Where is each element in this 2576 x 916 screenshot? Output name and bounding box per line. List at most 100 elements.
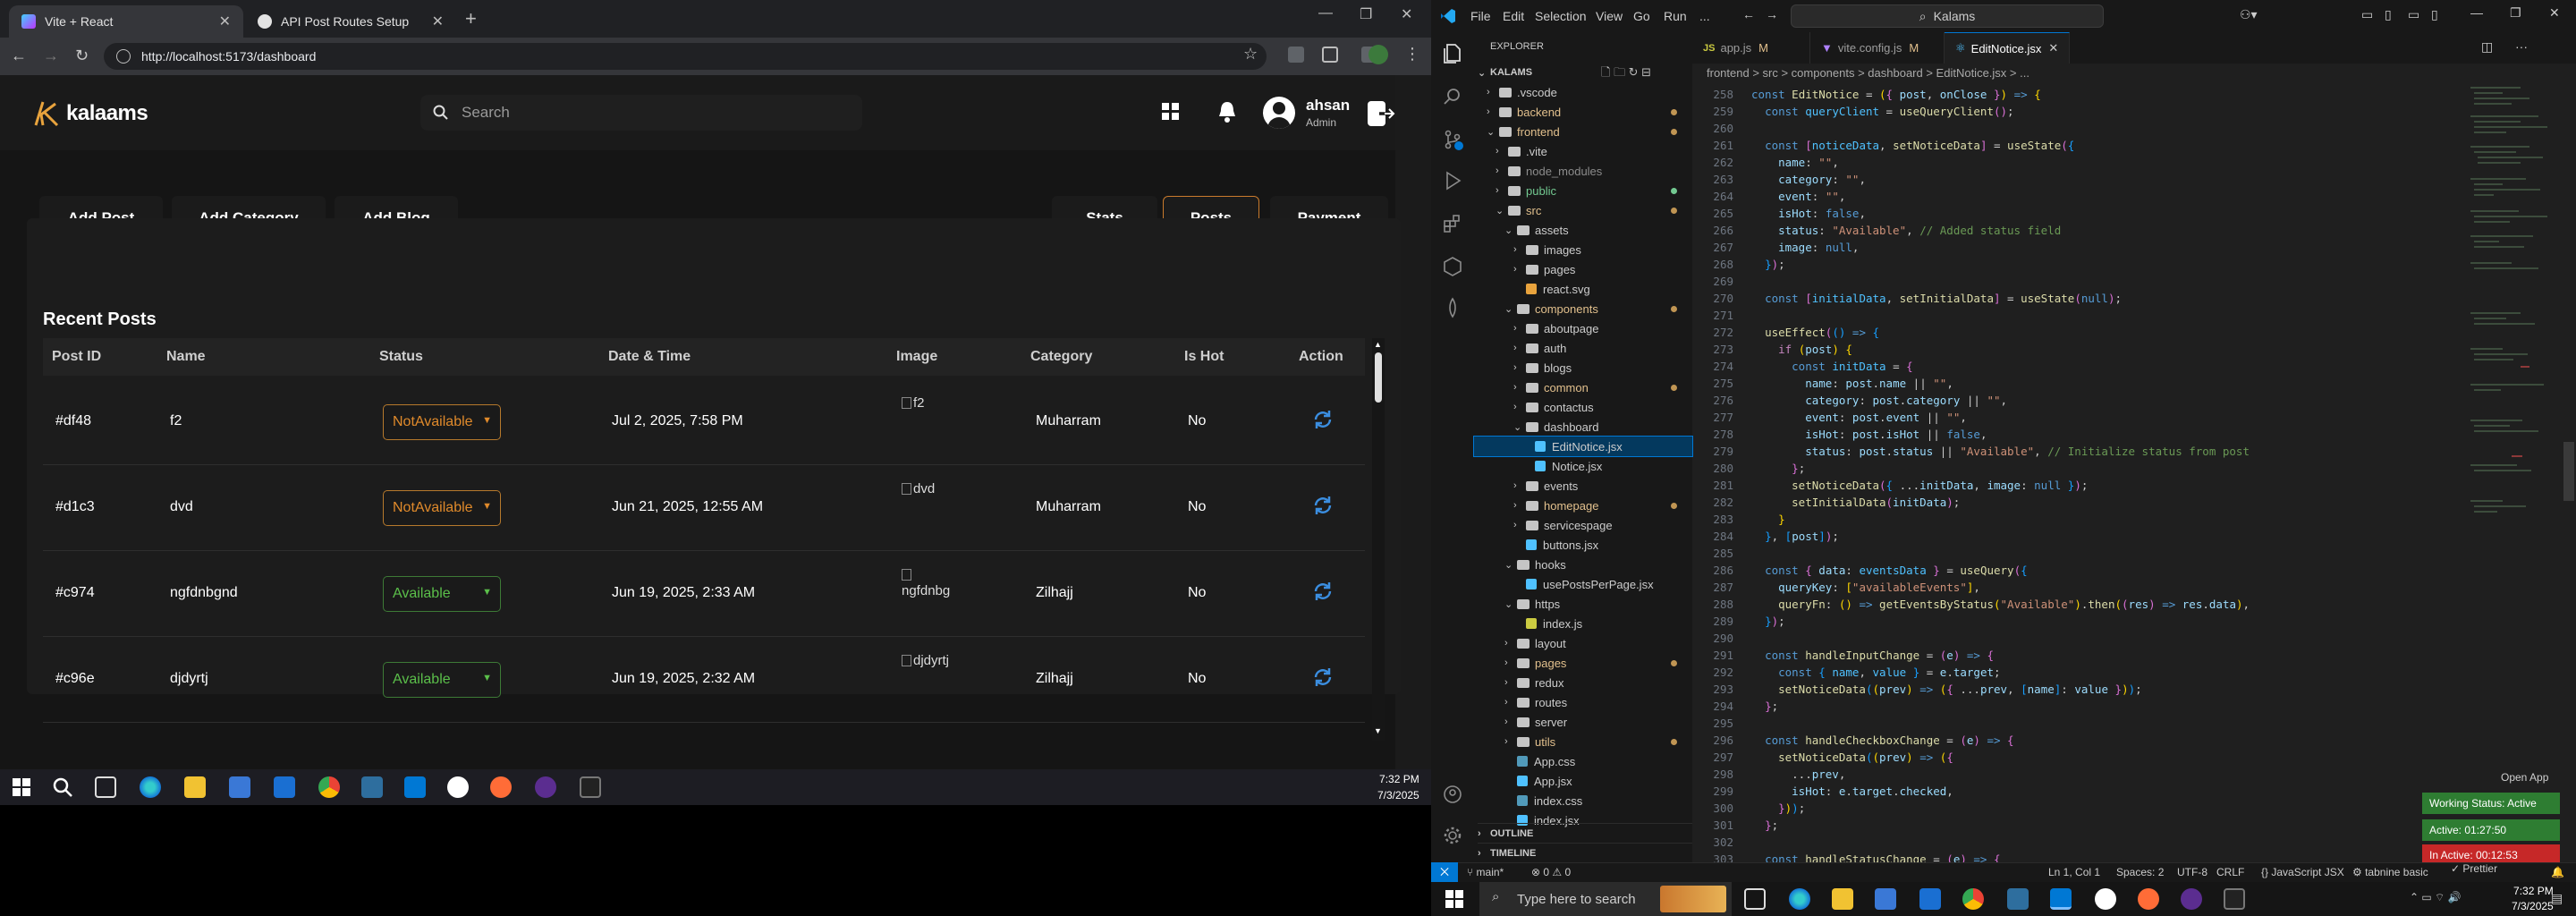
notification-center-icon[interactable]: ▤ [2551,891,2563,906]
vscode-close-icon[interactable]: ✕ [2549,5,2560,21]
code-line[interactable]: category: post.category || "", [1751,394,2007,407]
tab-edit-notice[interactable]: ⚛ EditNotice.jsx ✕ [1945,32,2070,64]
close-tab-icon[interactable]: ✕ [2048,41,2058,55]
tree-folder[interactable]: › blogs [1513,358,1572,377]
menu-view[interactable]: View [1596,9,1623,23]
code-line[interactable]: setInitialData(initData); [1751,496,1960,509]
code-line[interactable]: event: "", [1751,190,1845,203]
scroll-up-icon[interactable]: ▲ [1374,340,1382,349]
browser-menu-icon[interactable]: ⋮ [1404,45,1420,64]
chrome-icon[interactable] [318,776,340,798]
tree-file[interactable]: usePostsPerPage.jsx [1513,574,1654,594]
tree-folder[interactable]: ⌄ assets [1504,220,1569,240]
search-icon[interactable] [52,776,73,798]
windows-start-icon[interactable] [11,776,32,798]
tree-folder[interactable]: › events [1513,476,1578,496]
code-line[interactable]: event: post.event || "", [1751,411,1967,424]
settings-gear-icon[interactable] [1442,825,1463,846]
logo[interactable]: kalaams [32,98,148,129]
tree-folder[interactable]: › redux [1504,673,1564,692]
language-mode[interactable]: {} JavaScript JSX [2261,866,2344,878]
status-select[interactable]: NotAvailable ▼ [383,404,501,440]
code-line[interactable]: setNoticeData((prev) => ({ [1751,751,1953,764]
vscode-maximize-icon[interactable]: ❐ [2510,5,2521,21]
tree-file[interactable]: EditNotice.jsx [1473,436,1693,457]
code-line[interactable]: name: post.name || "", [1751,377,1953,390]
extensions-puzzle-icon[interactable] [1322,47,1338,63]
menu-file[interactable]: File [1470,9,1491,23]
split-editor-icon[interactable]: ◫ [2481,39,2493,55]
code-line[interactable]: setNoticeData({ ...initData, image: null… [1751,479,2088,492]
tree-folder[interactable]: › common [1513,377,1589,397]
code-line[interactable]: image: null, [1751,241,1859,254]
branch-indicator[interactable]: ⑂ main* [1467,866,1504,878]
avatar[interactable] [1263,97,1295,129]
chrome-icon[interactable] [1962,888,1984,910]
github-icon[interactable] [2095,888,2116,910]
refresh-icon[interactable] [1311,408,1335,431]
tree-folder[interactable]: ⌄ src [1496,200,1541,220]
close-tab-icon[interactable]: ✕ [432,13,444,30]
forward-icon[interactable]: → [43,47,59,65]
profile-icon[interactable] [1368,45,1388,64]
terminal-icon[interactable] [580,776,601,798]
tabnine-status[interactable]: ⚙ tabnine basic [2352,866,2428,878]
scroll-down-icon[interactable]: ▼ [1374,726,1382,735]
task-view-icon[interactable] [1744,888,1766,910]
cursor-position[interactable]: Ln 1, Col 1 [2048,866,2100,878]
tree-folder[interactable]: › images [1513,240,1581,259]
browser-tab-api-post[interactable]: API Post Routes Setup ✕ [245,5,456,38]
extension-icon[interactable] [1288,47,1304,63]
edge-icon[interactable] [140,776,161,798]
toggle-sidebar-icon[interactable]: ▯ [2385,7,2392,22]
logout-icon[interactable] [1367,100,1395,127]
status-select[interactable]: NotAvailable ▼ [383,490,501,526]
tree-folder[interactable]: › node_modules [1496,161,1602,181]
github-icon[interactable] [447,776,469,798]
tab-vite-config[interactable]: ▼ vite.config.js M [1810,32,1945,64]
file-explorer-icon[interactable] [1832,888,1853,910]
tree-file[interactable]: App.css [1504,751,1575,771]
vscode-icon[interactable] [2050,888,2072,910]
code-line[interactable]: const EditNotice = ({ post, onClose }) =… [1751,88,2041,101]
code-line[interactable]: const [noticeData, setNoticeData] = useS… [1751,139,2074,152]
tree-folder[interactable]: › backend [1487,102,1561,122]
tree-folder[interactable]: ⌄ components [1504,299,1598,318]
explorer-icon[interactable] [1442,43,1463,64]
search-icon[interactable] [1442,86,1463,107]
command-center[interactable]: ⌕ Kalams [1791,4,2104,28]
code-line[interactable]: queryKey: ["availableEvents"], [1751,581,1980,594]
tree-folder[interactable]: › utils [1504,732,1555,751]
tree-folder[interactable]: › contactus [1513,397,1594,417]
line-ending[interactable]: CRLF [2216,866,2244,878]
tree-file[interactable]: buttons.jsx [1513,535,1598,555]
minimize-icon[interactable]: — [1318,5,1333,21]
timeline-section[interactable]: › TIMELINE [1478,843,1692,862]
remote-explorer-icon[interactable] [1442,256,1463,277]
nav-back-icon[interactable]: ← [1742,7,1755,21]
vscode-icon[interactable] [404,776,426,798]
encoding[interactable]: UTF-8 [2177,866,2207,878]
close-tab-icon[interactable]: ✕ [219,13,231,30]
tree-folder[interactable]: ⌄ dashboard [1513,417,1598,437]
tree-folder[interactable]: › aboutpage [1513,318,1598,338]
code-line[interactable]: }); [1751,615,1785,628]
copilot-icon[interactable]: ⚇▾ [2240,7,2258,22]
indentation[interactable]: Spaces: 2 [2116,866,2164,878]
menu-edit[interactable]: Edit [1503,9,1524,23]
system-tray-icons[interactable]: ⌃ ▭ ⌔ 🔊 [2410,891,2462,904]
postman-icon[interactable] [490,776,512,798]
code-line[interactable]: }; [1751,462,1805,475]
tree-file[interactable]: Notice.jsx [1522,456,1602,476]
search-input[interactable]: Search [420,95,862,131]
toggle-panel-icon[interactable]: ▭ [2408,7,2419,22]
scrollbar-thumb[interactable] [1375,352,1382,403]
tree-folder[interactable]: › homepage [1513,496,1598,515]
address-bar[interactable]: http://localhost:5173/dashboard [104,43,1267,70]
menu-selection[interactable]: Selection [1535,9,1587,23]
code-line[interactable]: const handleInputChange = (e) => { [1751,649,1994,662]
file-explorer-icon[interactable] [184,776,206,798]
minimap-slider[interactable] [2563,442,2574,501]
tree-file[interactable]: react.svg [1513,279,1590,299]
tree-folder[interactable]: › pages [1513,259,1575,279]
